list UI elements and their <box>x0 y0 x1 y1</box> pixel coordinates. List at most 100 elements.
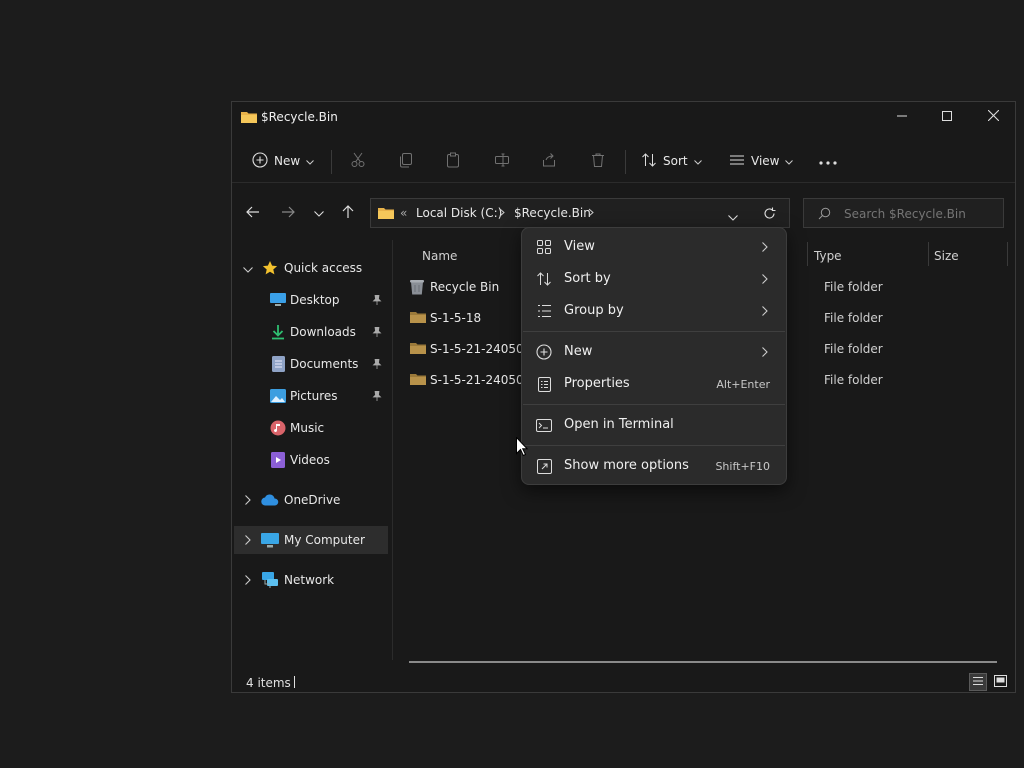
menu-item-label: Open in Terminal <box>564 417 674 432</box>
menu-item-label: Show more options <box>564 458 689 473</box>
column-header-type[interactable]: Type <box>814 249 842 263</box>
minimize-button[interactable] <box>879 102 925 132</box>
chevron-right-icon <box>762 305 768 319</box>
sidebar-item-label: Pictures <box>290 389 338 403</box>
desktop-icon <box>269 291 287 309</box>
network-icon <box>261 571 279 589</box>
cut-button[interactable] <box>350 150 366 172</box>
address-bar[interactable]: « Local Disk (C:) $Recycle.Bin <box>370 198 790 228</box>
videos-icon <box>269 451 287 469</box>
breadcrumb-local-disk[interactable]: Local Disk (C:) <box>416 206 502 220</box>
share-icon <box>541 152 557 171</box>
more-dots-icon <box>819 154 837 168</box>
menu-item-group-by[interactable]: Group by <box>526 296 782 326</box>
rename-button[interactable] <box>494 150 510 172</box>
maximize-icon <box>942 110 952 124</box>
terminal-icon <box>536 417 552 433</box>
search-box[interactable] <box>803 198 1004 228</box>
column-header-size[interactable]: Size <box>934 249 959 263</box>
file-type: File folder <box>824 342 883 356</box>
chevron-right-icon[interactable] <box>245 574 251 588</box>
sort-button[interactable]: Sort <box>641 150 702 172</box>
mouse-cursor <box>516 436 529 459</box>
refresh-icon[interactable] <box>763 207 776 223</box>
sidebar-item-quick-access[interactable]: Quick access <box>234 254 388 282</box>
trash-icon <box>590 152 606 171</box>
menu-item-show-more-options[interactable]: Show more options Shift+F10 <box>526 451 782 481</box>
sidebar-item-network[interactable]: Network <box>234 566 388 594</box>
sidebar-item-videos[interactable]: Videos <box>234 446 388 474</box>
chevron-down-icon <box>785 154 794 168</box>
sidebar-item-label: Music <box>290 421 325 435</box>
column-divider[interactable] <box>928 242 929 266</box>
sidebar-item-onedrive[interactable]: OneDrive <box>234 486 388 514</box>
sidebar-item-label: My Computer <box>284 533 365 547</box>
up-button[interactable] <box>337 202 359 224</box>
menu-item-view[interactable]: View <box>526 232 782 262</box>
chevron-right-icon[interactable] <box>245 534 251 548</box>
column-header-name[interactable]: Name <box>422 249 457 263</box>
menu-item-new[interactable]: New <box>526 337 782 367</box>
sidebar-item-label: Desktop <box>290 293 340 307</box>
folder-icon <box>378 206 394 223</box>
chevron-down-icon <box>314 206 324 220</box>
close-button[interactable] <box>970 102 1016 132</box>
arrow-left-icon <box>246 206 260 221</box>
new-button[interactable]: New <box>252 150 315 172</box>
back-button[interactable] <box>242 202 264 224</box>
sidebar-item-music[interactable]: Music <box>234 414 388 442</box>
sidebar-item-documents[interactable]: Documents <box>234 350 388 378</box>
folder-icon <box>241 110 257 127</box>
chevron-right-icon[interactable] <box>245 494 251 508</box>
search-input[interactable] <box>842 205 1001 223</box>
paste-icon <box>445 152 461 171</box>
tiles-view-button[interactable] <box>991 673 1009 691</box>
toolbar-separator <box>331 150 332 174</box>
sidebar-item-label: Documents <box>290 357 359 371</box>
forward-button[interactable] <box>277 202 299 224</box>
horizontal-scrollbar[interactable] <box>409 661 997 663</box>
view-button[interactable]: View <box>729 150 794 172</box>
more-options-icon <box>536 458 552 474</box>
menu-item-sort-by[interactable]: Sort by <box>526 264 782 294</box>
share-button[interactable] <box>541 150 557 172</box>
sidebar-item-desktop[interactable]: Desktop <box>234 286 388 314</box>
sidebar-item-my-computer[interactable]: My Computer <box>234 526 388 554</box>
recent-locations-button[interactable] <box>308 202 330 224</box>
file-name: S-1-5-18 <box>430 311 482 325</box>
breadcrumb-chevron-icon <box>499 206 505 220</box>
view-list-icon <box>729 152 745 171</box>
menu-item-open-in-terminal[interactable]: Open in Terminal <box>526 410 782 440</box>
address-history-chevron-icon[interactable] <box>728 210 738 224</box>
navigation-pane: Quick access Desktop Downloads Documents… <box>232 240 393 660</box>
downloads-icon <box>269 323 287 341</box>
pin-icon <box>372 358 382 372</box>
maximize-button[interactable] <box>924 102 970 132</box>
details-view-icon <box>972 675 984 690</box>
chevron-right-icon <box>762 346 768 360</box>
sidebar-item-downloads[interactable]: Downloads <box>234 318 388 346</box>
breadcrumb-recycle-bin[interactable]: $Recycle.Bin <box>514 206 591 220</box>
context-menu: View Sort by Group by New Properties Alt… <box>521 227 787 485</box>
copy-button[interactable] <box>398 150 414 172</box>
menu-item-label: View <box>564 239 595 254</box>
chevron-down-icon[interactable] <box>243 262 253 276</box>
overflow-chevron-icon[interactable]: « <box>400 206 407 220</box>
more-button[interactable] <box>819 150 837 172</box>
menu-item-properties[interactable]: Properties Alt+Enter <box>526 369 782 399</box>
view-label: View <box>751 154 780 168</box>
chevron-right-icon <box>762 273 768 287</box>
details-view-button[interactable] <box>969 673 987 691</box>
delete-button[interactable] <box>590 150 606 172</box>
sidebar-item-label: Quick access <box>284 261 363 275</box>
menu-separator <box>523 404 785 405</box>
sidebar-item-pictures[interactable]: Pictures <box>234 382 388 410</box>
menu-item-shortcut: Alt+Enter <box>716 378 770 391</box>
status-bar: 4 items <box>232 668 1015 694</box>
column-divider[interactable] <box>807 242 808 266</box>
paste-button[interactable] <box>445 150 461 172</box>
status-separator <box>294 676 295 688</box>
breadcrumb-chevron-icon <box>588 206 594 220</box>
sidebar-item-label: Videos <box>290 453 330 467</box>
column-divider[interactable] <box>1007 242 1008 266</box>
